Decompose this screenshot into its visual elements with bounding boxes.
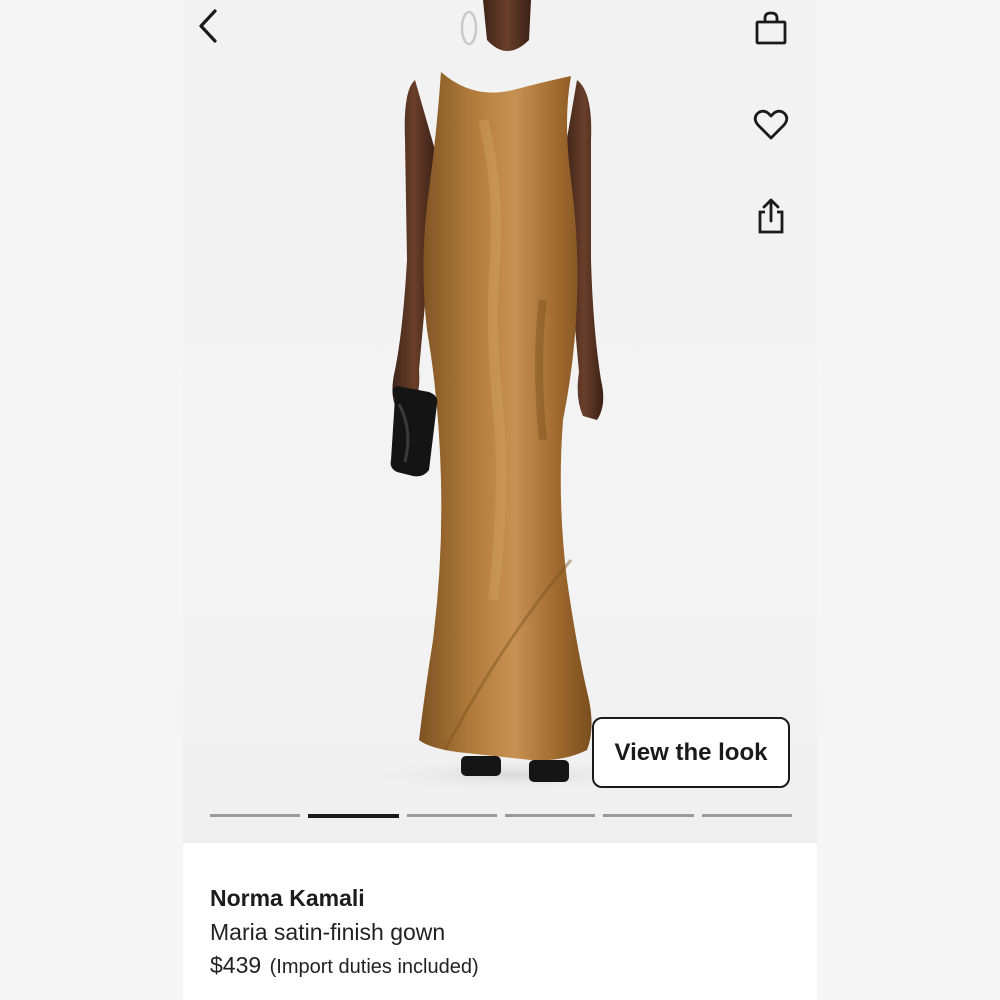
product-name: Maria satin-finish gown — [210, 919, 446, 945]
pager-segment[interactable] — [406, 814, 497, 817]
shopping-bag-button[interactable] — [749, 6, 793, 50]
back-button[interactable] — [187, 4, 231, 48]
duties-note: (Import duties included) — [269, 956, 479, 978]
heart-icon — [753, 109, 789, 140]
pager-segment-active[interactable] — [308, 814, 399, 818]
product-image-gallery[interactable]: View the look — [183, 0, 817, 843]
product-page: View the look Norma Kamali Maria satin-f… — [183, 0, 817, 1000]
gallery-pager — [210, 814, 792, 818]
pager-segment[interactable] — [701, 814, 792, 817]
shopping-bag-icon — [755, 11, 787, 45]
share-button[interactable] — [749, 194, 793, 238]
wishlist-button[interactable] — [749, 103, 793, 147]
pager-segment[interactable] — [210, 814, 301, 817]
pager-segment[interactable] — [603, 814, 694, 817]
left-margin — [0, 0, 183, 1000]
pager-segment[interactable] — [504, 814, 596, 817]
share-icon — [758, 198, 784, 234]
screenshot-frame: View the look Norma Kamali Maria satin-f… — [0, 0, 1000, 1000]
brand-name[interactable]: Norma Kamali — [210, 885, 365, 912]
chevron-left-icon — [199, 9, 217, 43]
product-info: Norma Kamali Maria satin-finish gown $43… — [183, 843, 817, 1000]
view-the-look-button[interactable]: View the look — [592, 717, 790, 788]
product-price: $439 — [210, 952, 262, 978]
right-margin — [817, 0, 1000, 1000]
price-line: $439 (Import duties included) — [210, 952, 479, 979]
